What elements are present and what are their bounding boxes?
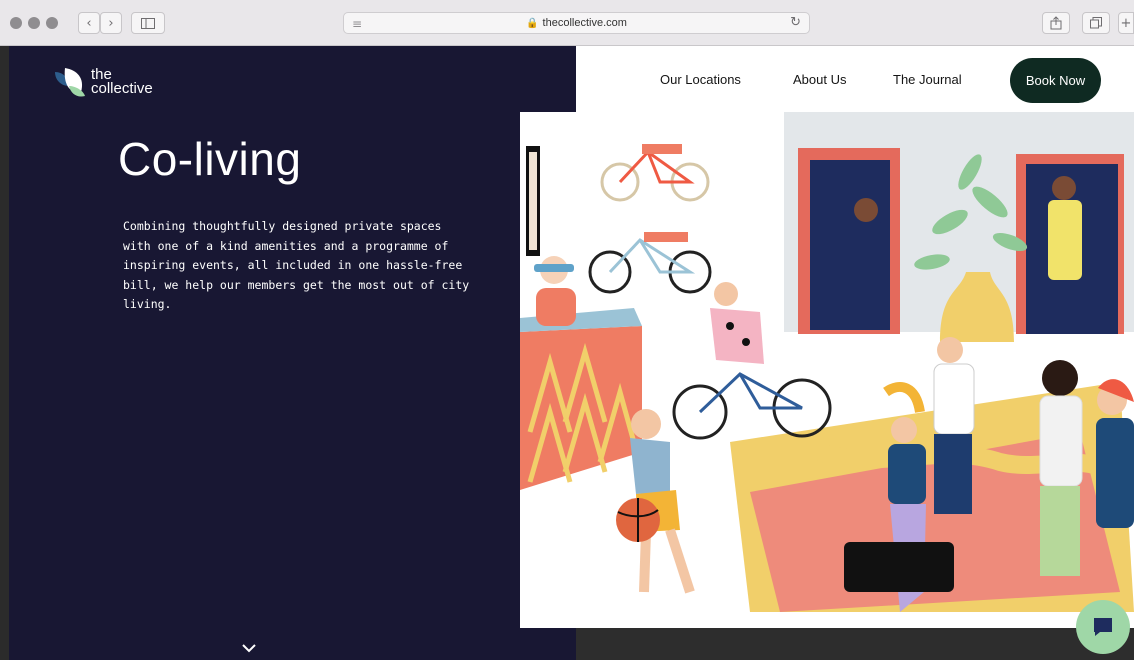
nav-the-journal[interactable]: The Journal xyxy=(893,72,962,87)
page-bottom-strip xyxy=(576,628,1134,660)
co-living-illustration xyxy=(520,112,1134,628)
reader-icon[interactable]: ≡ xyxy=(352,17,362,31)
nav-about-us[interactable]: About Us xyxy=(793,72,846,87)
back-icon[interactable]: ‹ xyxy=(78,12,100,34)
chat-bubble-icon xyxy=(1094,618,1112,636)
new-tab-icon[interactable]: + xyxy=(1118,12,1134,34)
browser-toolbar: ‹ › ≡ 🔒 thecollective.com ↻ + xyxy=(0,0,1134,46)
main-nav: Our Locations About Us The Journal Book … xyxy=(576,58,1134,104)
web-page: the collective Co-living Combining thoug… xyxy=(9,46,1134,660)
brand-name-line2: collective xyxy=(91,80,153,97)
address-bar[interactable]: ≡ 🔒 thecollective.com ↻ xyxy=(343,12,810,34)
sidebar-icon[interactable] xyxy=(131,12,165,34)
brand-logo[interactable]: the collective xyxy=(51,64,153,100)
page-title: Co-living xyxy=(118,133,302,185)
brand-name: the collective xyxy=(91,67,153,97)
nav-our-locations[interactable]: Our Locations xyxy=(660,72,741,87)
forward-icon[interactable]: › xyxy=(100,12,122,34)
close-window-button[interactable] xyxy=(10,17,22,29)
chevron-down-icon[interactable] xyxy=(242,643,256,653)
minimize-window-button[interactable] xyxy=(28,17,40,29)
tabs-icon[interactable] xyxy=(1082,12,1110,34)
reload-icon[interactable]: ↻ xyxy=(790,15,801,30)
zoom-window-button[interactable] xyxy=(46,17,58,29)
hero-description: Combining thoughtfully designed private … xyxy=(123,219,470,311)
lock-icon: 🔒 xyxy=(526,17,539,29)
url-text: thecollective.com xyxy=(542,17,627,29)
book-now-button[interactable]: Book Now xyxy=(1010,58,1101,103)
logo-mark-icon xyxy=(55,68,85,97)
share-icon[interactable] xyxy=(1042,12,1070,34)
chat-button[interactable] xyxy=(1076,600,1130,654)
